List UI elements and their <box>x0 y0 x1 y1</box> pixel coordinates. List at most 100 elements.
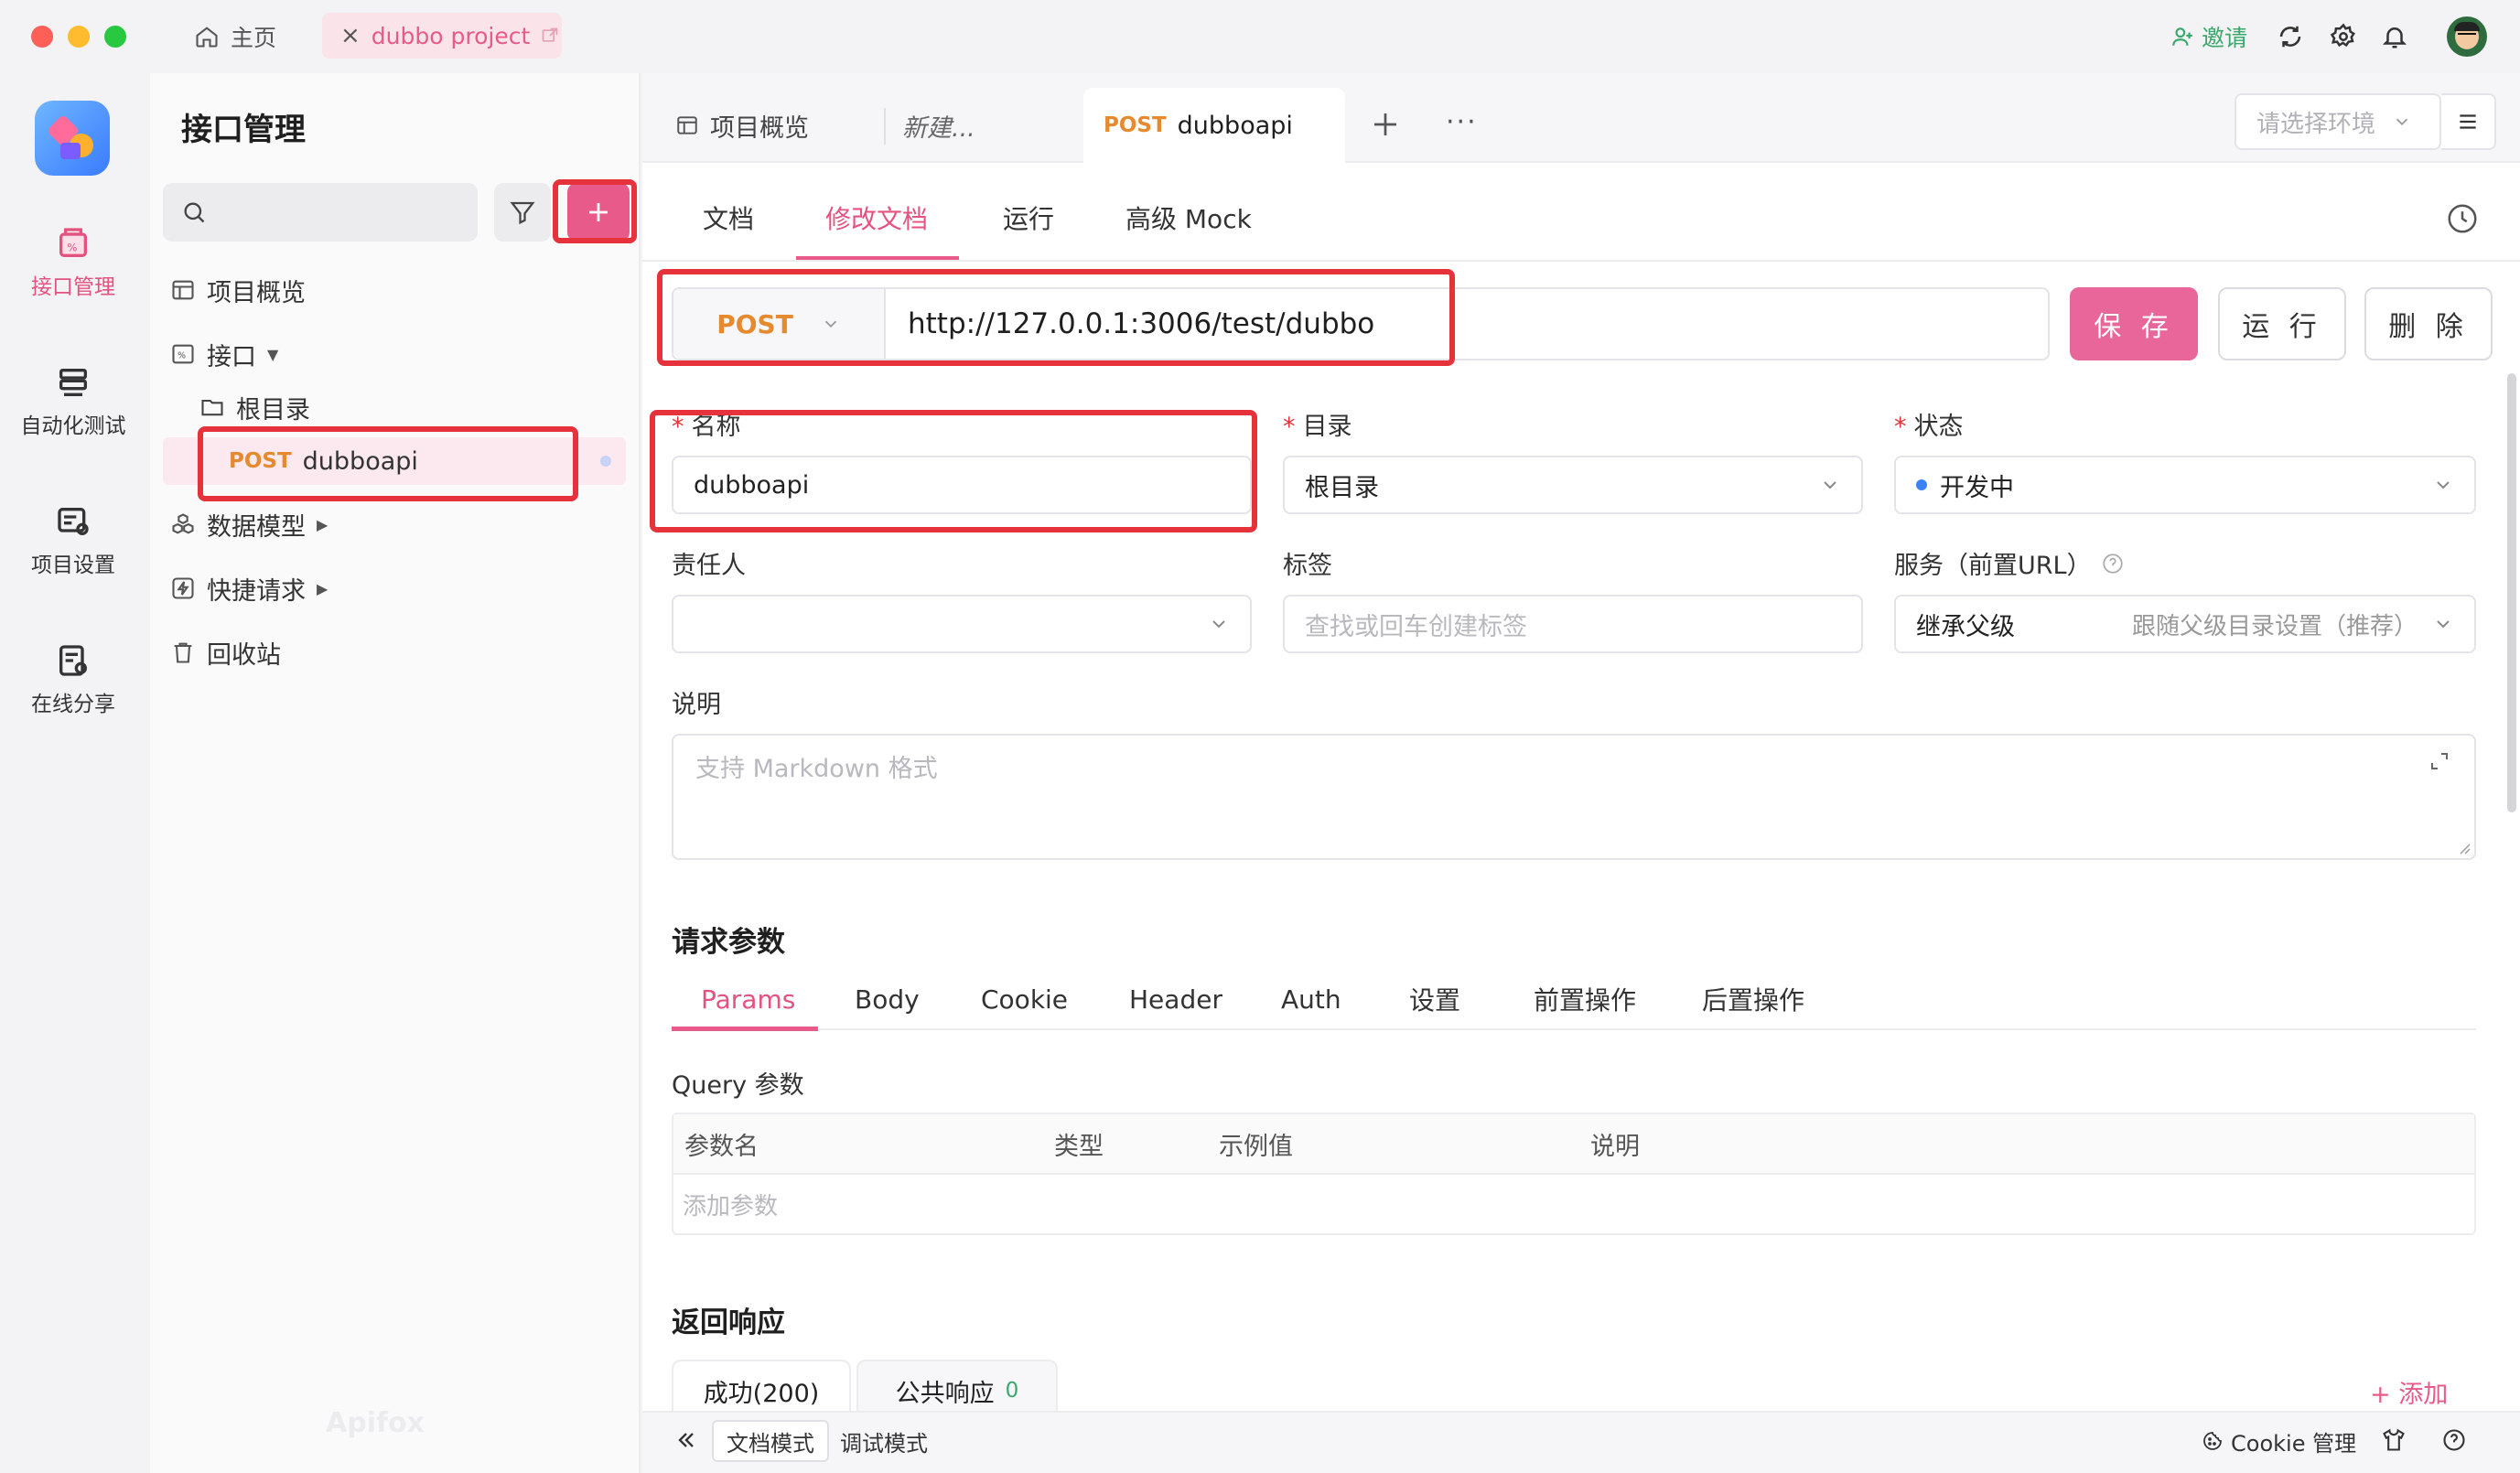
home-tab[interactable]: 主页 <box>194 15 276 59</box>
add-response-button[interactable]: + 添加 <box>2370 1374 2448 1410</box>
column-header: 类型 <box>1054 1132 1104 1161</box>
method-badge: POST <box>229 449 292 473</box>
rail-item-online-share[interactable]: 在线分享 <box>0 642 146 717</box>
subtab-edit-doc[interactable]: 修改文档 <box>825 174 928 262</box>
param-tab-auth[interactable]: Auth <box>1281 970 1341 1028</box>
stack-icon <box>55 364 92 401</box>
search-icon <box>181 199 207 225</box>
chevron-down-icon <box>2432 474 2454 496</box>
share-doc-icon <box>55 642 92 679</box>
rail-item-automation-test[interactable]: 自动化测试 <box>0 364 146 439</box>
folder-select[interactable]: 根目录 <box>1283 456 1863 514</box>
caret-right-icon[interactable]: ▶ <box>317 516 328 533</box>
environment-placeholder: 请选择环境 <box>2256 110 2376 138</box>
subtab-doc[interactable]: 文档 <box>703 174 754 262</box>
param-tab-header[interactable]: Header <box>1129 970 1222 1028</box>
folder-value: 根目录 <box>1305 473 1379 502</box>
column-header: 说明 <box>1590 1132 1640 1161</box>
run-button[interactable]: 运 行 <box>2218 287 2346 360</box>
status-select[interactable]: 开发中 <box>1894 456 2476 514</box>
add-param-placeholder[interactable]: 添加参数 <box>683 1188 778 1221</box>
tree-item-label: 接口 <box>207 342 256 371</box>
add-tab-icon[interactable] <box>1369 108 1402 141</box>
query-title: Query 参数 <box>672 1071 804 1100</box>
tree-item-recycle-bin[interactable]: 回收站 <box>170 629 281 675</box>
desc-label: 说明 <box>672 691 721 719</box>
bell-icon[interactable] <box>2381 16 2408 57</box>
add-user-icon <box>2170 25 2194 48</box>
owner-label: 责任人 <box>672 552 746 580</box>
method-badge: POST <box>1104 113 1167 137</box>
rail-item-api-management[interactable]: % 接口管理 <box>0 225 146 300</box>
tree-item-label: 数据模型 <box>207 512 306 542</box>
close-icon[interactable]: × <box>340 22 361 49</box>
app-logo-icon <box>35 101 110 176</box>
service-label-row: 服务（前置URL） <box>1894 545 2125 581</box>
doc-tab-dubboapi[interactable]: POST dubboapi <box>1083 88 1345 163</box>
save-button[interactable]: 保 存 <box>2070 287 2198 360</box>
window-minimize-button[interactable] <box>68 26 90 48</box>
param-tab-body[interactable]: Body <box>855 970 920 1028</box>
filter-button[interactable] <box>494 183 551 242</box>
tree-item-overview[interactable]: 项目概览 <box>170 267 306 313</box>
method-select[interactable]: POST <box>673 289 886 359</box>
doc-tab-overview[interactable]: 项目概览 <box>655 88 884 163</box>
resize-handle-icon[interactable] <box>2456 840 2471 855</box>
service-select[interactable]: 继承父级 跟随父级目录设置（推荐） <box>1894 595 2476 653</box>
external-link-icon[interactable] <box>541 27 559 45</box>
subtab-mock[interactable]: 高级 Mock <box>1125 174 1252 262</box>
service-hint: 跟随父级目录设置（推荐） <box>2131 612 2418 640</box>
tree-item-label: dubboapi <box>302 446 418 476</box>
param-tab-post-ops[interactable]: 后置操作 <box>1702 970 1804 1028</box>
description-textarea[interactable]: 支持 Markdown 格式 <box>672 734 2476 860</box>
more-icon[interactable]: ··· <box>1446 106 1478 138</box>
help-icon[interactable] <box>2101 552 2125 575</box>
param-tab-pre-ops[interactable]: 前置操作 <box>1534 970 1636 1028</box>
gear-icon[interactable] <box>2330 16 2357 57</box>
expand-icon[interactable] <box>2428 750 2450 772</box>
name-input[interactable]: dubboapi <box>672 456 1252 514</box>
tree-item-interfaces[interactable]: % 接口 ▼ <box>170 331 278 377</box>
history-icon[interactable] <box>2445 201 2480 236</box>
tags-input[interactable]: 查找或回车创建标签 <box>1283 595 1863 653</box>
param-tab-params[interactable]: Params <box>701 970 795 1028</box>
shirt-icon[interactable] <box>2381 1427 2407 1453</box>
layout-icon <box>675 113 699 137</box>
debug-mode-button[interactable]: 调试模式 <box>827 1420 941 1462</box>
tree-item-data-models[interactable]: 数据模型 ▶ <box>170 501 328 547</box>
invite-button[interactable]: 邀请 <box>2170 16 2247 57</box>
count-badge: 0 <box>1005 1379 1019 1403</box>
sync-icon[interactable] <box>2277 16 2304 57</box>
tags-placeholder: 查找或回车创建标签 <box>1305 612 1527 641</box>
filter-icon <box>509 199 536 226</box>
param-tabs-divider <box>672 1028 2476 1030</box>
project-tab[interactable]: × dubbo project <box>322 13 562 59</box>
rail-item-project-settings[interactable]: 项目设置 <box>0 503 146 578</box>
caret-down-icon[interactable]: ▼ <box>267 346 278 363</box>
trash-icon <box>170 640 196 665</box>
add-button[interactable] <box>567 183 630 242</box>
caret-right-icon[interactable]: ▶ <box>317 580 328 597</box>
response-tab-label: 成功(200) <box>703 1379 820 1408</box>
subtab-run[interactable]: 运行 <box>1003 174 1054 262</box>
collapse-icon[interactable] <box>673 1427 699 1453</box>
window-zoom-button[interactable] <box>104 26 126 48</box>
tree-item-root-folder[interactable]: 根目录 <box>199 384 310 430</box>
param-tab-cookie[interactable]: Cookie <box>981 970 1068 1028</box>
param-tab-settings[interactable]: 设置 <box>1409 970 1460 1028</box>
owner-select[interactable] <box>672 595 1252 653</box>
window-close-button[interactable] <box>31 26 53 48</box>
doc-mode-button[interactable]: 文档模式 <box>712 1420 829 1462</box>
help-icon[interactable] <box>2441 1427 2467 1453</box>
environment-select[interactable]: 请选择环境 <box>2235 93 2441 150</box>
doc-tab-new[interactable]: 新建... <box>882 88 1083 163</box>
delete-button[interactable]: 删 除 <box>2364 287 2493 360</box>
url-input[interactable]: http://127.0.0.1:3006/test/dubbo <box>908 289 1374 359</box>
environment-menu-button[interactable] <box>2441 93 2496 150</box>
sidebar-search-input[interactable] <box>163 183 478 242</box>
scrollbar-thumb[interactable] <box>2507 373 2516 812</box>
tree-item-dubboapi[interactable]: POST dubboapi <box>229 437 418 485</box>
tree-item-quick-requests[interactable]: 快捷请求 ▶ <box>170 565 328 611</box>
avatar[interactable] <box>2447 16 2487 57</box>
cookie-manage-button[interactable]: Cookie 管理 <box>2189 1420 2369 1462</box>
